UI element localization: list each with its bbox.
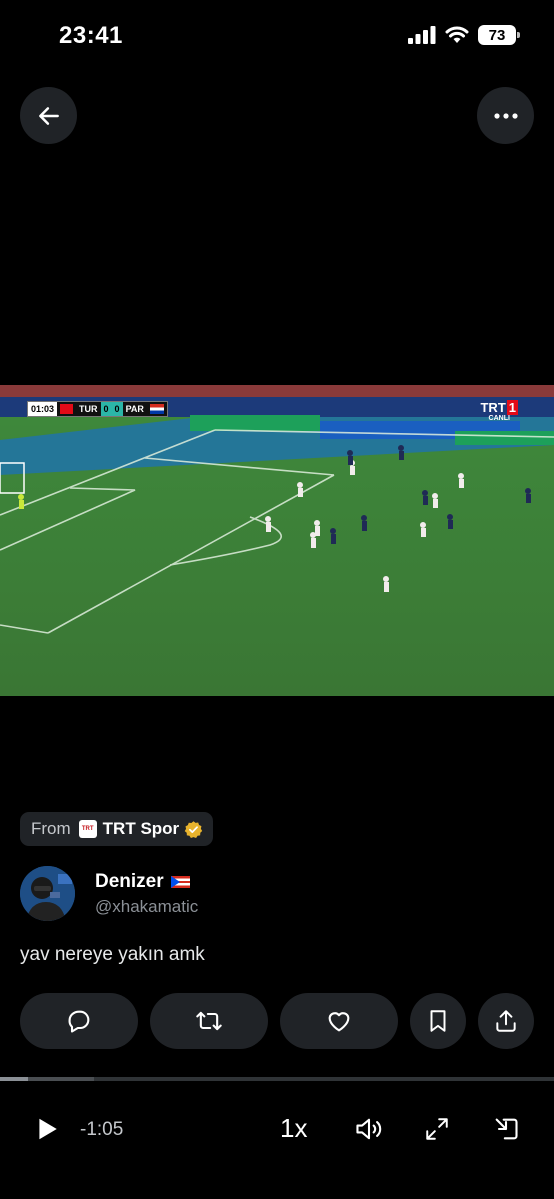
profile-photo-icon (20, 866, 75, 921)
like-icon (328, 1012, 350, 1032)
avatar[interactable] (20, 866, 75, 921)
broadcaster-logo: TRT 1 CANLI (480, 400, 518, 422)
expand-icon (426, 1118, 448, 1140)
home-team: TUR (79, 404, 98, 414)
picture-in-picture-button[interactable] (491, 1113, 521, 1145)
retweet-icon (196, 1011, 222, 1031)
share-button[interactable] (478, 993, 534, 1049)
fullscreen-button[interactable] (423, 1115, 451, 1143)
bookmark-button[interactable] (410, 993, 466, 1049)
match-clock: 01:03 (28, 402, 58, 416)
bookmark-icon (430, 1010, 446, 1032)
playback-speed-button[interactable]: 1x (280, 1113, 307, 1144)
volume-icon (356, 1118, 382, 1140)
status-time: 23:41 (59, 22, 123, 49)
like-button[interactable] (280, 993, 398, 1049)
arrow-left-icon (38, 106, 59, 125)
source-name: TRT Spor (102, 819, 180, 838)
play-icon (39, 1118, 57, 1140)
reply-icon (68, 1010, 90, 1033)
wifi-icon (445, 26, 469, 43)
paraguay-flag-icon (149, 404, 164, 414)
source-chip[interactable]: From TRT TRT Spor (20, 812, 214, 846)
trt-spor-avatar-icon: TRT (78, 820, 97, 838)
author-handle[interactable]: @xhakamatic (95, 897, 198, 917)
pip-icon (495, 1118, 518, 1140)
author-name-row[interactable]: Denizer (95, 871, 190, 893)
volume-button[interactable] (352, 1113, 386, 1145)
progress-played (0, 1077, 28, 1081)
tweet-text: yav nereye yakın amk (20, 944, 205, 965)
home-score: 0 (100, 402, 112, 416)
broadcaster-name: TRT (480, 400, 506, 415)
soccer-pitch-frame (0, 385, 554, 696)
live-label: CANLI (488, 415, 510, 422)
play-button[interactable] (32, 1114, 62, 1144)
battery-icon: 73 (478, 25, 520, 45)
author-name: Denizer (95, 871, 164, 892)
scoreboard: 01:03 TUR 0 0 PAR (27, 401, 168, 417)
puerto-rico-flag-icon (170, 876, 190, 888)
status-icons: 73 (408, 25, 520, 45)
turkey-flag-icon (60, 404, 74, 414)
away-team: PAR (125, 404, 144, 414)
time-remaining: -1:05 (80, 1119, 124, 1140)
away-score: 0 (111, 402, 123, 416)
ellipsis-icon (493, 112, 518, 119)
video-progress-bar[interactable] (0, 1077, 554, 1081)
back-button[interactable] (20, 87, 77, 144)
more-options-button[interactable] (477, 87, 534, 144)
share-icon (496, 1010, 516, 1032)
retweet-button[interactable] (150, 993, 268, 1049)
signal-icon (408, 26, 436, 44)
reply-button[interactable] (20, 993, 138, 1049)
broadcaster-channel: 1 (506, 400, 518, 415)
verified-badge-icon (184, 820, 203, 839)
video-player[interactable]: 01:03 TUR 0 0 PAR TRT 1 CANLI (0, 385, 554, 696)
from-label: From (31, 819, 71, 838)
